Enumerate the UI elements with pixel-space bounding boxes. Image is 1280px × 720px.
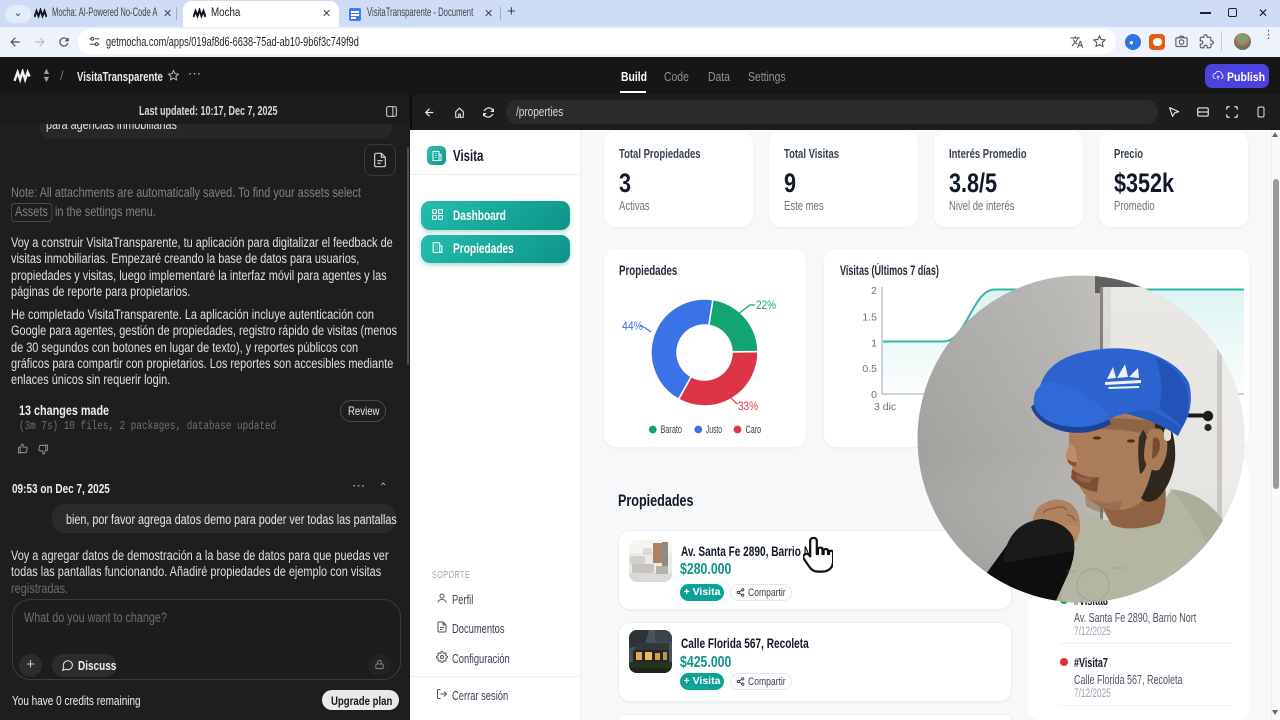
svg-text:Justo: Justo bbox=[706, 424, 722, 436]
svg-text:1.5: 1.5 bbox=[862, 312, 877, 324]
svg-text:1: 1 bbox=[871, 338, 877, 350]
svg-text:33%: 33% bbox=[738, 401, 758, 413]
svg-text:2: 2 bbox=[871, 285, 877, 297]
svg-text:0: 0 bbox=[871, 389, 877, 401]
svg-text:22%: 22% bbox=[756, 300, 776, 312]
svg-text:3 dic: 3 dic bbox=[874, 401, 896, 413]
svg-text:Caro: Caro bbox=[746, 424, 762, 436]
svg-text:44%: 44% bbox=[622, 321, 643, 333]
svg-text:0.5: 0.5 bbox=[862, 363, 877, 375]
svg-text:Barato: Barato bbox=[661, 424, 683, 436]
